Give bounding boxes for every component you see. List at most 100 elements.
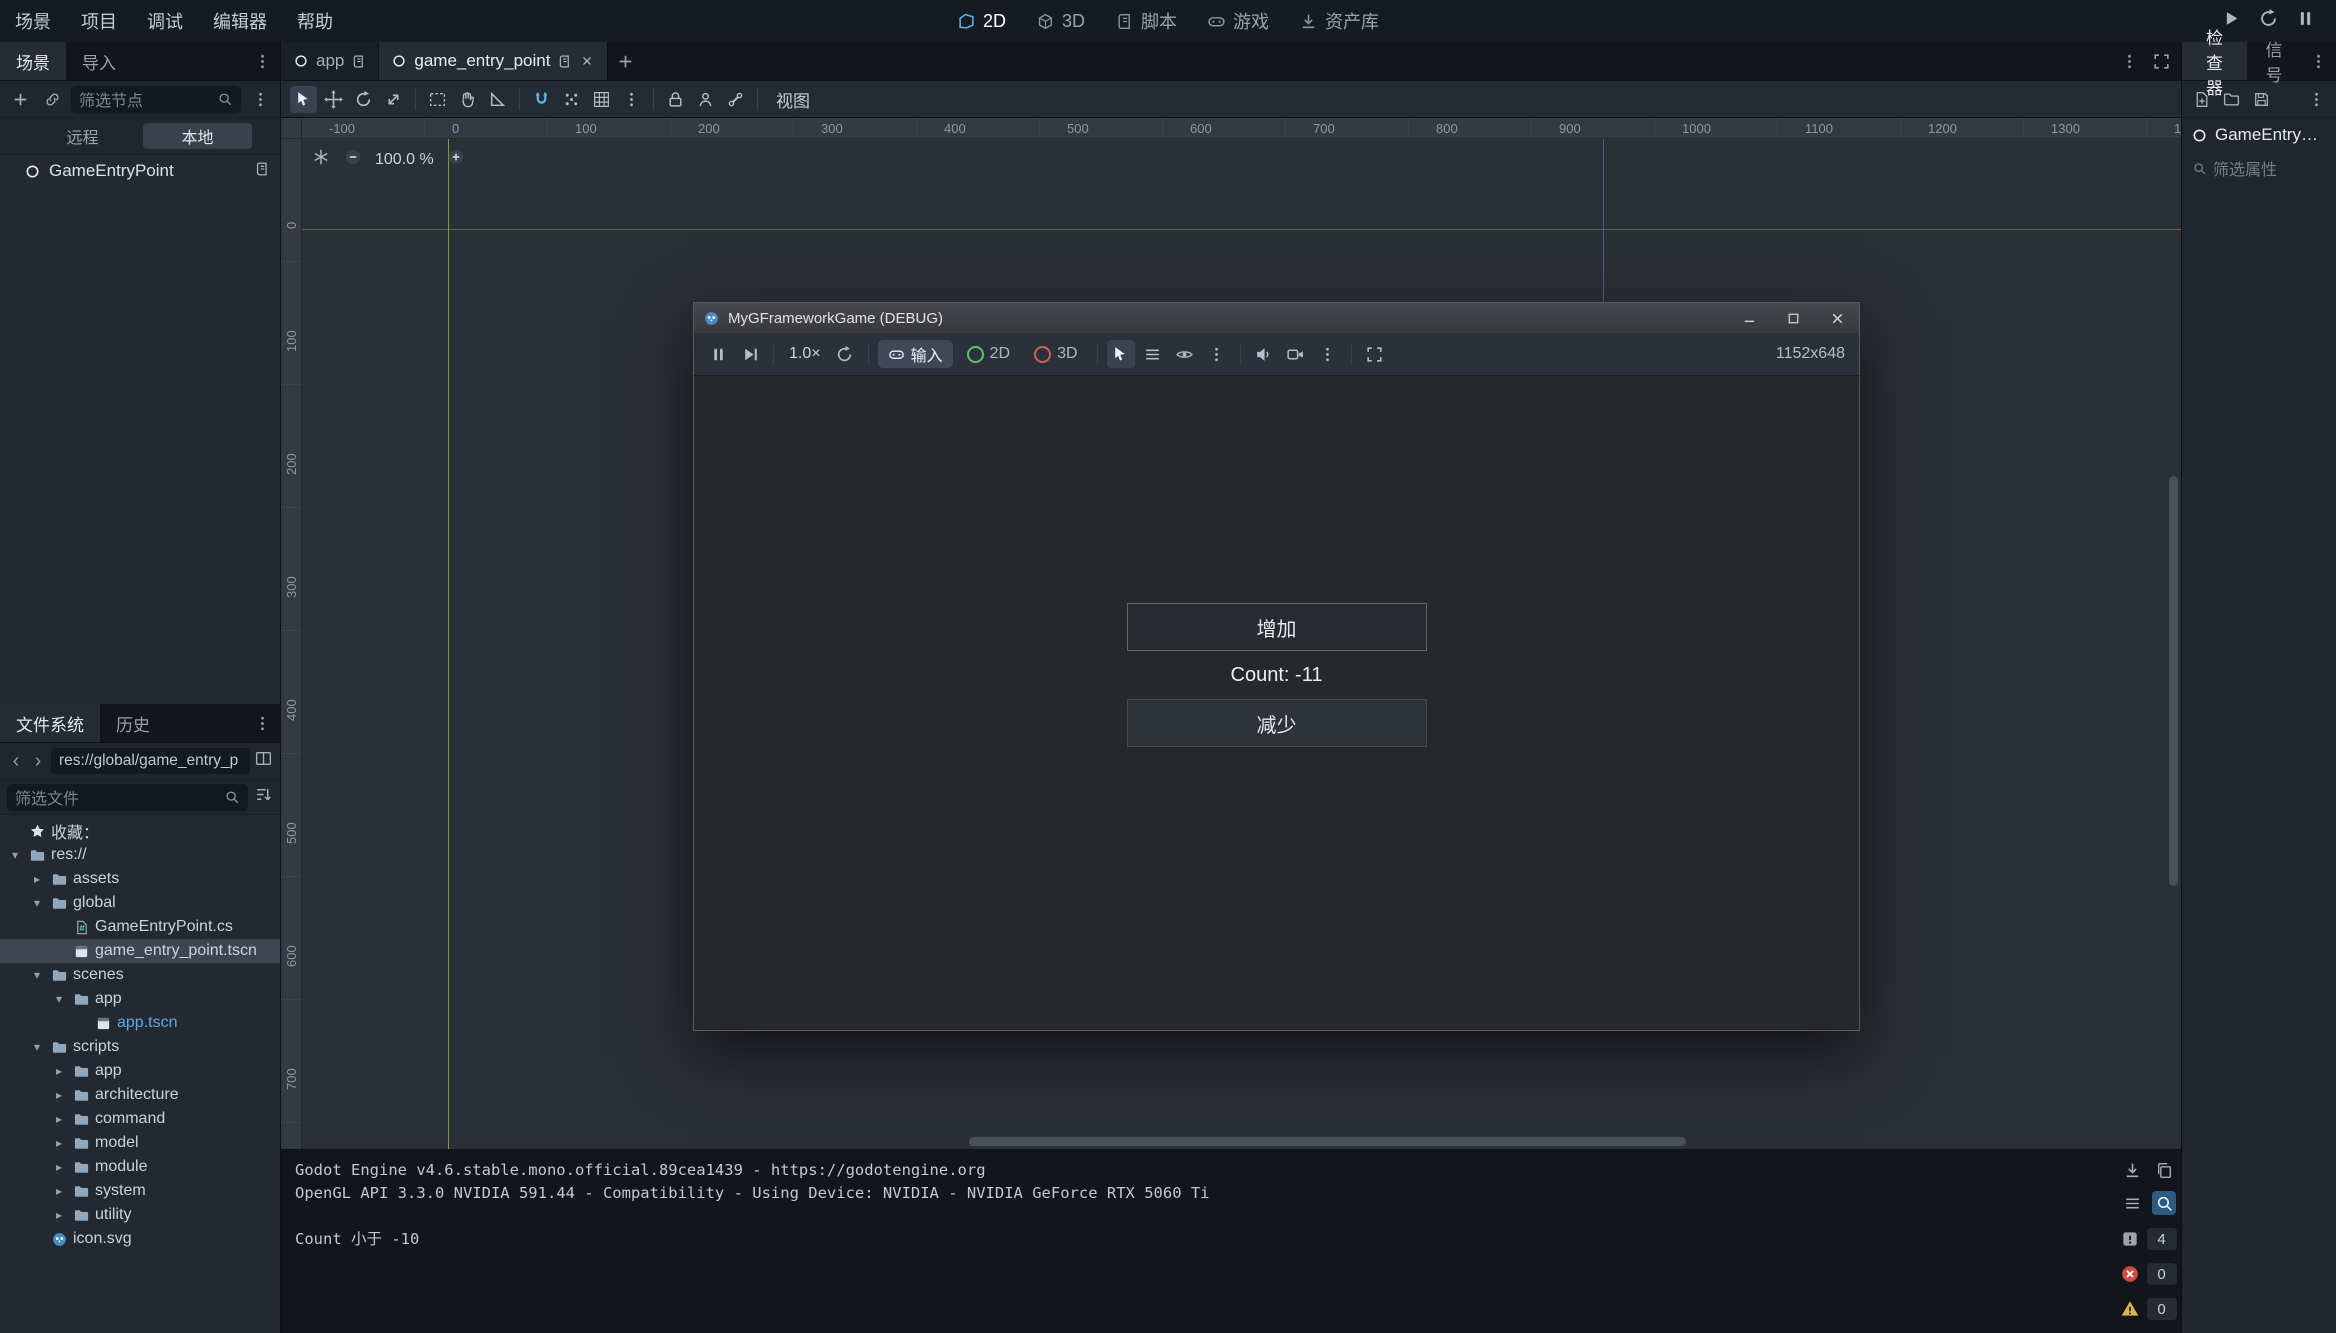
group-node-button[interactable] [692, 86, 719, 113]
next-frame-button[interactable] [736, 340, 764, 368]
warning-count-badge[interactable]: 0 [2120, 1298, 2177, 1320]
nav-back-icon[interactable]: ‹ [7, 751, 25, 771]
distraction-free-icon[interactable] [2147, 47, 2175, 75]
3d-pick-toggle[interactable]: 3D [1024, 340, 1087, 368]
filter-properties-input[interactable]: 筛选属性 [2182, 152, 2336, 184]
workspace-tab[interactable]: 2D [957, 11, 1006, 32]
grid-snap-toggle[interactable] [588, 86, 615, 113]
file-tree-row[interactable]: ▸ app [0, 1059, 280, 1083]
file-tree-row[interactable]: ▾ scenes [0, 963, 280, 987]
menu-item[interactable]: 调试 [132, 0, 198, 42]
list-select-button[interactable] [1139, 340, 1167, 368]
minimize-window-icon[interactable] [1727, 303, 1771, 333]
file-tree-row[interactable]: ▸ model [0, 1131, 280, 1155]
scene-tab[interactable]: game_entry_point [379, 42, 608, 80]
search-output-icon[interactable] [2152, 1191, 2176, 1215]
tree-mode-button[interactable]: 本地 [143, 123, 252, 149]
pause-game-button[interactable] [704, 340, 732, 368]
file-tree-row[interactable]: icon.svg [0, 1227, 280, 1251]
lock-node-button[interactable] [662, 86, 689, 113]
file-tree-row[interactable]: ▾ global [0, 891, 280, 915]
current-path[interactable]: res://global/game_entry_p [51, 748, 250, 774]
horizontal-scrollbar[interactable] [969, 1137, 1686, 1146]
scene-dock-tab[interactable]: 导入 [66, 42, 132, 80]
add-node-button[interactable] [7, 86, 33, 112]
scene-tab[interactable]: app [281, 42, 379, 80]
menu-item[interactable]: 编辑器 [198, 0, 282, 42]
file-tree-row[interactable]: GameEntryPoint.cs [0, 915, 280, 939]
rotate-tool-button[interactable] [350, 86, 377, 113]
sort-files-icon[interactable] [254, 785, 273, 809]
menu-item[interactable]: 项目 [66, 0, 132, 42]
mute-audio-button[interactable] [1250, 340, 1278, 368]
zoom-out-icon[interactable] [343, 147, 363, 172]
expand-chevron[interactable]: ▸ [50, 1208, 68, 1222]
scroll-to-bottom-icon[interactable] [2120, 1158, 2144, 1182]
select-tool-button[interactable] [290, 86, 317, 113]
filter-nodes-input[interactable]: 筛选节点 [71, 86, 241, 113]
center-view-icon[interactable] [311, 147, 331, 172]
list-select-tool-button[interactable] [424, 86, 451, 113]
filter-files-input[interactable]: 筛选文件 [7, 784, 248, 811]
scene-dock-tab[interactable]: 场景 [0, 42, 66, 80]
selection-options-icon[interactable] [1203, 340, 1231, 368]
message-count-badge[interactable]: 4 [2120, 1228, 2177, 1250]
tree-mode-button[interactable]: 远程 [28, 123, 137, 149]
filesystem-tab[interactable]: 历史 [100, 704, 166, 742]
open-script-icon[interactable] [254, 161, 270, 182]
workspace-tab[interactable]: 脚本 [1115, 8, 1177, 34]
file-tree-row[interactable]: ▸ module [0, 1155, 280, 1179]
split-view-icon[interactable] [254, 749, 273, 773]
decrease-button[interactable]: 减少 [1127, 699, 1427, 747]
collapse-duplicates-icon[interactable] [2120, 1191, 2144, 1215]
file-tree-row[interactable]: ▸ assets [0, 867, 280, 891]
file-tree-row[interactable]: ▾ scripts [0, 1035, 280, 1059]
load-resource-icon[interactable] [2219, 87, 2244, 112]
new-scene-tab-button[interactable] [608, 42, 642, 80]
game-window-titlebar[interactable]: MyGFrameworkGame (DEBUG) [694, 303, 1859, 333]
scene-dock-menu-icon[interactable] [245, 42, 280, 80]
copy-output-icon[interactable] [2152, 1158, 2176, 1182]
error-count-badge[interactable]: 0 [2120, 1263, 2177, 1285]
increase-button[interactable]: 增加 [1127, 603, 1427, 651]
time-scale-button[interactable]: 1.0× [783, 345, 827, 363]
vertical-scrollbar[interactable] [2169, 476, 2178, 886]
restart-button[interactable] [2258, 8, 2279, 34]
expand-chevron[interactable]: ▸ [50, 1160, 68, 1174]
filesystem-menu-icon[interactable] [245, 704, 280, 742]
pause-button[interactable] [2295, 8, 2316, 34]
scene-tree-menu-icon[interactable] [247, 86, 273, 112]
view-menu-button[interactable]: 视图 [766, 87, 820, 112]
smart-snap-toggle[interactable] [528, 86, 555, 113]
workspace-tab[interactable]: 3D [1036, 11, 1085, 32]
close-tab-icon[interactable] [579, 53, 595, 69]
scale-tool-button[interactable] [380, 86, 407, 113]
expand-chevron[interactable]: ▸ [28, 872, 46, 886]
expand-chevron[interactable]: ▾ [6, 848, 24, 862]
filesystem-tab[interactable]: 文件系统 [0, 704, 100, 742]
inspector-tab[interactable]: 信号 [2247, 42, 2301, 80]
expand-chevron[interactable]: ▾ [28, 1040, 46, 1054]
file-tree-row[interactable]: app.tscn [0, 1011, 280, 1035]
expand-chevron[interactable]: ▸ [50, 1112, 68, 1126]
zoom-in-icon[interactable] [446, 147, 466, 172]
expand-chevron[interactable]: ▾ [28, 968, 46, 982]
nav-forward-icon[interactable]: › [29, 751, 47, 771]
file-tree-row[interactable]: ▾ app [0, 987, 280, 1011]
close-window-icon[interactable] [1815, 303, 1859, 333]
file-tree-row[interactable]: ▾ res:// [0, 843, 280, 867]
workspace-tab[interactable]: 资产库 [1299, 8, 1379, 34]
save-resource-icon[interactable] [2249, 87, 2274, 112]
select-mode-button[interactable] [1107, 340, 1135, 368]
inspector-menu-icon[interactable] [2301, 42, 2336, 80]
2d-pick-toggle[interactable]: 2D [957, 340, 1020, 368]
tab-list-menu-icon[interactable] [2115, 47, 2143, 75]
expand-chevron[interactable]: ▾ [28, 896, 46, 910]
expand-chevron[interactable]: ▸ [50, 1064, 68, 1078]
pan-tool-button[interactable] [454, 86, 481, 113]
expand-chevron[interactable]: ▾ [50, 992, 68, 1006]
ruler-tool-button[interactable] [484, 86, 511, 113]
inspector-tab[interactable]: 检查器 [2182, 42, 2247, 80]
reset-speed-icon[interactable] [831, 340, 859, 368]
menu-item[interactable]: 场景 [0, 0, 66, 42]
